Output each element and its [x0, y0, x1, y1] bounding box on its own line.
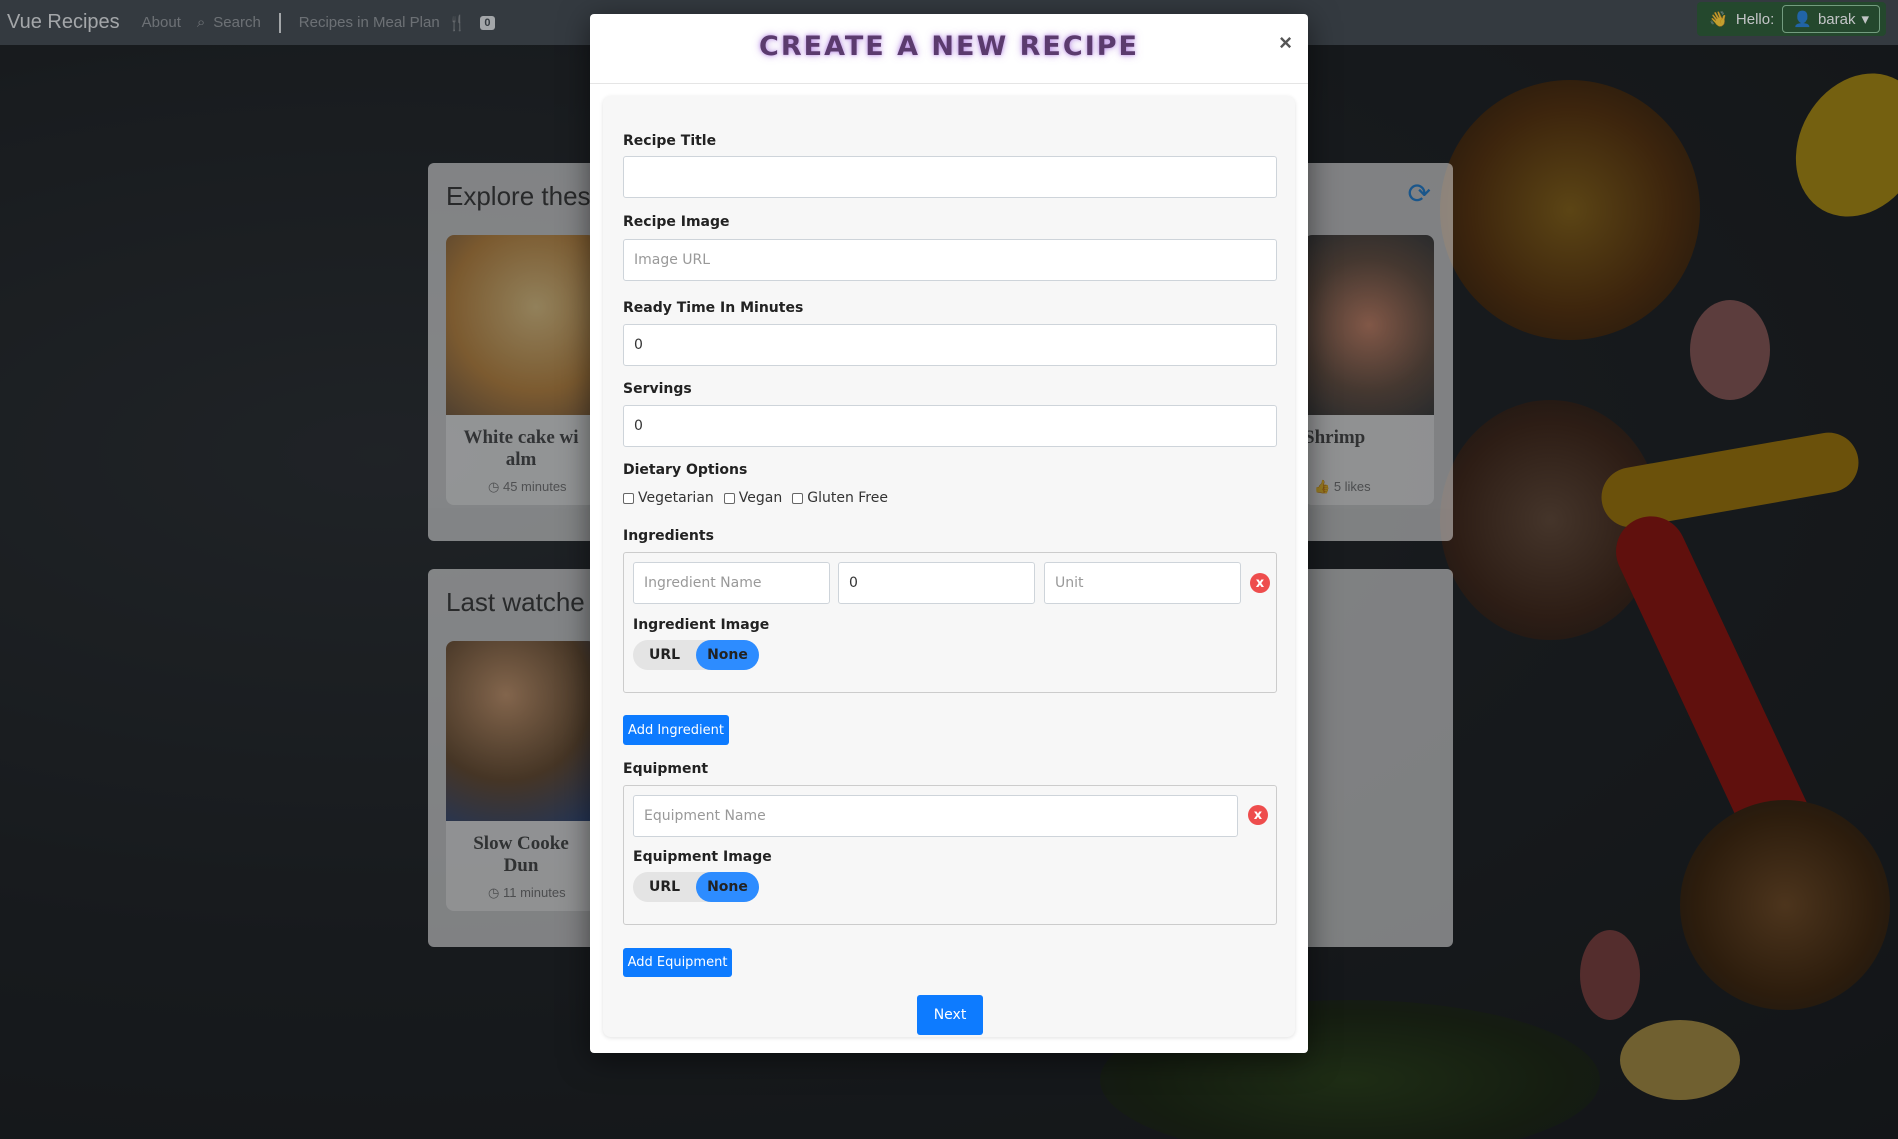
- ready-time-label: Ready Time In Minutes: [623, 300, 804, 316]
- nav-about[interactable]: About: [142, 14, 181, 31]
- recipe-image-input[interactable]: Image URL: [623, 239, 1277, 281]
- equipment-label: Equipment: [623, 761, 709, 777]
- recipe-title-label: Recipe Title: [623, 133, 717, 149]
- user-icon: 👤: [1793, 11, 1812, 28]
- checkbox-box[interactable]: [723, 492, 735, 504]
- recipe-title: White cake wi alm: [463, 427, 579, 470]
- ready-time-input[interactable]: 0: [623, 324, 1277, 366]
- recipe-image: [1304, 235, 1434, 415]
- recipe-title: Shrimp: [1304, 427, 1366, 448]
- gluten-free-checkbox[interactable]: Gluten Free: [792, 490, 888, 506]
- equipment-image-label: Equipment Image: [633, 849, 772, 865]
- equipment-image-toggle[interactable]: URL None: [633, 872, 759, 902]
- ingredient-row: Ingredient Name 0 Unit x Ingredient Imag…: [623, 552, 1277, 693]
- user-menu-button[interactable]: 👤 barak ▾: [1782, 5, 1880, 33]
- ingredient-name-input[interactable]: Ingredient Name: [633, 562, 830, 604]
- ingredient-image-label: Ingredient Image: [633, 617, 770, 633]
- nav-search[interactable]: ⌕ Search: [197, 14, 261, 31]
- checkbox-box[interactable]: [623, 492, 634, 504]
- recipe-title-input[interactable]: [623, 156, 1277, 198]
- search-icon: ⌕: [196, 14, 206, 31]
- user-greeting: 👋 Hello: 👤 barak ▾: [1697, 2, 1886, 36]
- modal-title: CREATE A NEW RECIPE: [759, 31, 1139, 62]
- remove-equipment-button[interactable]: x: [1248, 805, 1268, 825]
- meal-plan-count-badge: 0: [480, 15, 495, 30]
- recipe-card[interactable]: Slow Cooke Dun ◷ 11 minutes: [446, 641, 596, 911]
- recipe-image: [446, 235, 596, 415]
- toggle-url[interactable]: URL: [633, 640, 696, 670]
- meal-plan-label: Recipes in Meal Plan: [298, 14, 440, 31]
- toggle-url[interactable]: URL: [633, 872, 696, 902]
- toggle-none[interactable]: None: [696, 872, 759, 902]
- hand-wave-icon: 👋: [1709, 11, 1728, 28]
- nav-meal-plan[interactable]: Recipes in Meal Plan 🍴 0: [299, 14, 495, 32]
- checkbox-label: Gluten Free: [807, 490, 888, 506]
- ready-time: ◷ 11 minutes: [488, 885, 566, 900]
- close-icon[interactable]: ×: [1279, 30, 1292, 56]
- add-equipment-button[interactable]: Add Equipment: [623, 948, 732, 977]
- checkbox-label: Vegetarian: [638, 490, 714, 506]
- create-recipe-modal: CREATE A NEW RECIPE × Recipe Title Recip…: [590, 14, 1308, 1053]
- likes: 👍 5 likes: [1314, 479, 1371, 494]
- remove-ingredient-button[interactable]: x: [1250, 573, 1270, 593]
- toggle-none[interactable]: None: [696, 640, 759, 670]
- ingredients-label: Ingredients: [623, 528, 714, 544]
- checkbox-box[interactable]: [792, 492, 804, 504]
- hello-label: Hello:: [1735, 10, 1775, 28]
- dietary-options: Vegetarian Vegan Gluten Free: [623, 490, 888, 506]
- next-button[interactable]: Next: [917, 995, 983, 1035]
- vegetarian-checkbox[interactable]: Vegetarian: [623, 490, 714, 506]
- ingredient-unit-input[interactable]: Unit: [1044, 562, 1241, 604]
- checkbox-label: Vegan: [738, 490, 783, 506]
- equipment-row: Equipment Name x Equipment Image URL Non…: [623, 785, 1277, 925]
- brand-logo[interactable]: Vue Recipes: [7, 11, 120, 34]
- recipe-card[interactable]: White cake wi alm ◷ 45 minutes: [446, 235, 596, 505]
- equipment-name-input[interactable]: Equipment Name: [633, 795, 1238, 837]
- caret-down-icon: ▾: [1861, 11, 1869, 28]
- ready-time: ◷ 45 minutes: [488, 479, 567, 494]
- nav-divider: [278, 12, 281, 33]
- ingredient-image-toggle[interactable]: URL None: [633, 640, 759, 670]
- last-watched-title: Last watche: [446, 587, 585, 617]
- recipe-form: Recipe Title Recipe Image Image URL Read…: [603, 96, 1295, 1037]
- dietary-label: Dietary Options: [623, 462, 748, 478]
- refresh-icon[interactable]: ⟳: [1408, 177, 1431, 210]
- explore-title: Explore thes: [446, 181, 591, 211]
- ingredient-amount-input[interactable]: 0: [838, 562, 1035, 604]
- recipe-image: [446, 641, 596, 821]
- recipe-image-label: Recipe Image: [623, 214, 730, 230]
- servings-input[interactable]: 0: [623, 405, 1277, 447]
- modal-header: CREATE A NEW RECIPE ×: [590, 14, 1308, 84]
- vegan-checkbox[interactable]: Vegan: [723, 490, 783, 506]
- nav-search-label: Search: [213, 14, 261, 31]
- recipe-card[interactable]: Shrimp 👍 5 likes: [1304, 235, 1434, 505]
- add-ingredient-button[interactable]: Add Ingredient: [623, 715, 729, 745]
- servings-label: Servings: [623, 381, 692, 397]
- username: barak: [1817, 10, 1856, 28]
- recipe-title: Slow Cooke Dun: [473, 833, 569, 876]
- utensils-icon: 🍴: [447, 14, 467, 32]
